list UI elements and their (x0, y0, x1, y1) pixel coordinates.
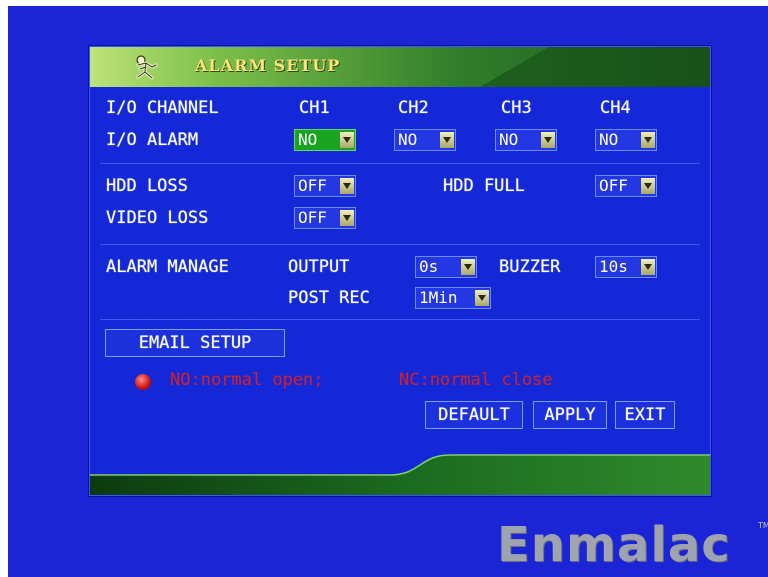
title-bar: ALARM SETUP (90, 47, 710, 87)
buzzer-label: BUZZER (499, 257, 561, 277)
post-rec-select[interactable]: 1Min (415, 287, 491, 309)
section-divider (100, 319, 700, 320)
legend-no-text: NO:normal open; (170, 370, 324, 390)
post-rec-label: POST REC (288, 288, 370, 308)
video-loss-select[interactable]: OFF (294, 207, 356, 229)
post-rec-value: 1Min (419, 288, 458, 307)
hdd-full-value: OFF (599, 176, 628, 195)
buzzer-select[interactable]: 10s (595, 256, 657, 278)
status-indicator-icon (135, 374, 151, 390)
legend-nc-text: NC:normal close (399, 370, 553, 390)
output-value: 0s (419, 257, 439, 276)
apply-button[interactable]: APPLY (533, 401, 607, 429)
output-label: OUTPUT (288, 257, 350, 277)
hdd-loss-label: HDD LOSS (106, 176, 188, 196)
hdd-loss-value: OFF (298, 176, 327, 195)
io-channel-label: I/O CHANNEL (106, 98, 219, 118)
io-alarm-ch3-value: NO (499, 130, 519, 149)
default-button[interactable]: DEFAULT (425, 401, 523, 429)
brand-watermark: Enmalac (497, 517, 731, 573)
hdd-full-select[interactable]: OFF (595, 175, 657, 197)
chevron-down-icon[interactable] (340, 132, 354, 148)
io-alarm-ch2-select[interactable]: NO (394, 129, 456, 151)
buzzer-value: 10s (599, 257, 628, 276)
hdd-loss-select[interactable]: OFF (294, 175, 356, 197)
chevron-down-icon[interactable] (440, 132, 454, 148)
chevron-down-icon[interactable] (641, 178, 655, 194)
hdd-full-label: HDD FULL (443, 176, 525, 196)
email-setup-button[interactable]: EMAIL SETUP (105, 329, 285, 357)
channel-header-ch4: CH4 (600, 98, 631, 118)
io-alarm-label: I/O ALARM (106, 130, 199, 150)
channel-header-ch1: CH1 (299, 98, 330, 118)
io-alarm-ch3-select[interactable]: NO (495, 129, 557, 151)
chevron-down-icon[interactable] (461, 259, 475, 275)
channel-header-ch2: CH2 (398, 98, 429, 118)
title-bar-notch (480, 47, 710, 87)
alarm-manage-label: ALARM MANAGE (106, 257, 229, 277)
section-divider (100, 244, 700, 245)
alarm-person-icon (136, 55, 158, 80)
io-alarm-ch4-select[interactable]: NO (595, 129, 657, 151)
io-alarm-ch4-value: NO (599, 130, 619, 149)
video-loss-value: OFF (298, 208, 327, 227)
chevron-down-icon[interactable] (641, 259, 655, 275)
exit-button[interactable]: EXIT (615, 401, 675, 429)
video-loss-label: VIDEO LOSS (106, 208, 209, 228)
io-alarm-ch1-value: NO (298, 130, 318, 149)
chevron-down-icon[interactable] (340, 210, 354, 226)
section-divider (100, 163, 700, 164)
chevron-down-icon[interactable] (541, 132, 555, 148)
chevron-down-icon[interactable] (475, 290, 489, 306)
trademark-symbol: TM (758, 521, 768, 530)
io-alarm-ch2-value: NO (398, 130, 418, 149)
channel-header-ch3: CH3 (501, 98, 532, 118)
bottom-decor-bar (90, 454, 710, 495)
alarm-setup-dialog: ALARM SETUP I/O CHANNEL CH1 CH2 CH3 CH4 … (89, 46, 711, 496)
chevron-down-icon[interactable] (641, 132, 655, 148)
window-title: ALARM SETUP (195, 56, 341, 75)
io-alarm-ch1-select[interactable]: NO (294, 129, 356, 151)
chevron-down-icon[interactable] (340, 178, 354, 194)
output-select[interactable]: 0s (415, 256, 477, 278)
